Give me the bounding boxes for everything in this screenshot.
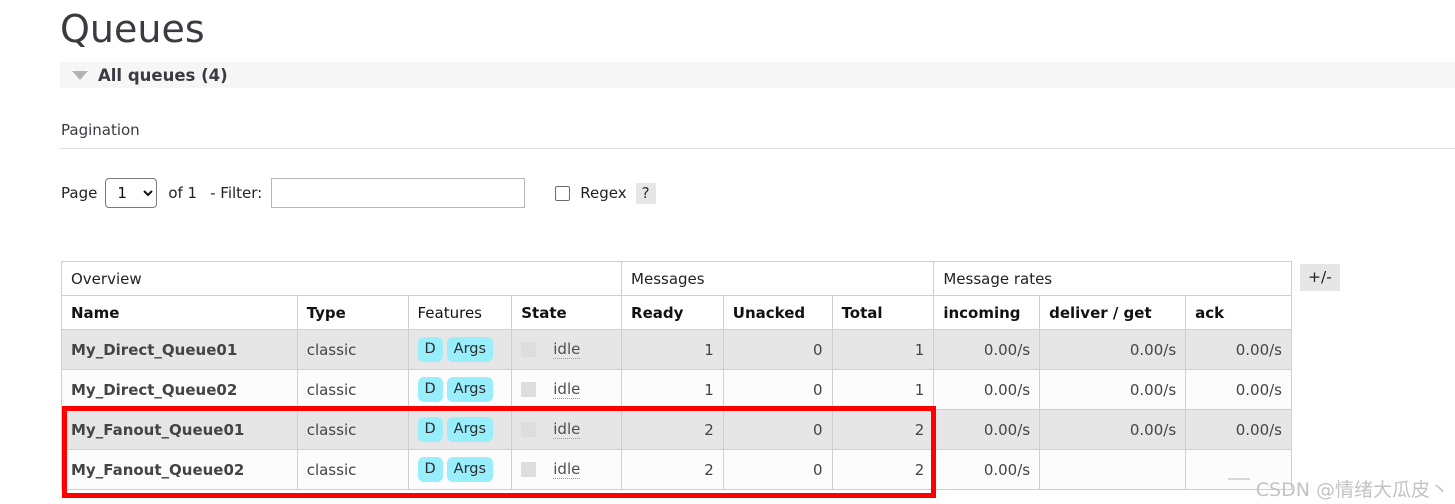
table-row[interactable]: My_Direct_Queue02 classic D Args idle 1 0… xyxy=(61,369,1292,410)
rate-deliver-get: 0.00/s xyxy=(1039,409,1187,450)
filter-input[interactable] xyxy=(271,178,526,208)
queue-features: D Args xyxy=(407,369,513,410)
state-label[interactable]: idle xyxy=(553,460,581,479)
queue-name-link[interactable]: My_Fanout_Queue01 xyxy=(61,409,298,450)
messages-total: 2 xyxy=(831,449,935,490)
messages-ready: 2 xyxy=(621,449,724,490)
watermark-rule xyxy=(1228,478,1250,480)
feature-badge-args[interactable]: Args xyxy=(446,457,494,482)
queue-state: idle xyxy=(511,329,623,370)
pagination-divider xyxy=(60,148,1455,149)
table-row[interactable]: My_Fanout_Queue01 classic D Args idle 2 0… xyxy=(61,409,1292,450)
rate-ack: 0.00/s xyxy=(1185,329,1292,370)
state-swatch-icon xyxy=(521,342,537,357)
column-header-deliver-get[interactable]: deliver / get xyxy=(1039,295,1187,330)
column-header-ack[interactable]: ack xyxy=(1185,295,1292,330)
feature-badge-durable[interactable]: D xyxy=(417,417,443,442)
queues-table: Overview Messages Message rates Name Typ… xyxy=(60,261,1292,490)
queue-features: D Args xyxy=(407,449,513,490)
column-header-ready[interactable]: Ready xyxy=(621,295,724,330)
filter-label: - Filter: xyxy=(210,184,263,202)
pagination-label: Pagination xyxy=(61,121,140,139)
queues-page: Queues All queues (4) Pagination Page 1 … xyxy=(0,0,1455,504)
regex-checkbox[interactable] xyxy=(555,185,571,201)
queue-state: idle xyxy=(511,449,623,490)
rate-ack: 0.00/s xyxy=(1185,409,1292,450)
queue-state: idle xyxy=(511,409,623,450)
feature-badge-durable[interactable]: D xyxy=(417,457,443,482)
watermark-text: CSDN @情绪大瓜皮丶 xyxy=(1255,479,1449,501)
all-queues-section-header[interactable]: All queues (4) xyxy=(60,62,1455,88)
regex-label: Regex xyxy=(580,184,627,202)
queue-type: classic xyxy=(296,329,409,370)
table-group-header-row: Overview Messages Message rates xyxy=(60,261,1292,296)
queue-state: idle xyxy=(511,369,623,410)
rate-incoming: 0.00/s xyxy=(933,449,1041,490)
table-row[interactable]: My_Fanout_Queue02 classic D Args idle 2 0… xyxy=(61,449,1292,490)
rate-incoming: 0.00/s xyxy=(933,369,1041,410)
messages-ready: 2 xyxy=(621,409,724,450)
triangle-down-icon[interactable] xyxy=(72,70,88,80)
state-swatch-icon xyxy=(521,462,537,477)
queue-name-link[interactable]: My_Fanout_Queue02 xyxy=(61,449,298,490)
column-header-incoming[interactable]: incoming xyxy=(933,295,1041,330)
column-header-name[interactable]: Name xyxy=(61,295,298,330)
group-header-messages: Messages xyxy=(621,261,935,296)
queues-table-body: My_Direct_Queue01 classic D Args idle 1 0… xyxy=(61,329,1292,490)
pagination-controls: Page 1 of 1 - Filter: Regex ? xyxy=(61,176,656,210)
column-header-state[interactable]: State xyxy=(511,295,623,330)
queue-features: D Args xyxy=(407,409,513,450)
state-swatch-icon xyxy=(521,382,537,397)
state-swatch-icon xyxy=(521,422,537,437)
column-header-type[interactable]: Type xyxy=(296,295,409,330)
state-label[interactable]: idle xyxy=(553,380,581,399)
state-label[interactable]: idle xyxy=(553,340,581,359)
messages-ready: 1 xyxy=(621,329,724,370)
messages-unacked: 0 xyxy=(722,329,833,370)
queue-type: classic xyxy=(296,449,409,490)
feature-badge-args[interactable]: Args xyxy=(446,337,494,362)
all-queues-label: All queues (4) xyxy=(98,65,228,85)
group-header-message-rates: Message rates xyxy=(933,261,1292,296)
queue-type: classic xyxy=(296,409,409,450)
feature-badge-args[interactable]: Args xyxy=(446,417,494,442)
rate-deliver-get: 0.00/s xyxy=(1039,369,1187,410)
column-header-features[interactable]: Features xyxy=(407,295,513,330)
page-label: Page xyxy=(61,184,98,202)
feature-badge-durable[interactable]: D xyxy=(417,377,443,402)
group-header-overview: Overview xyxy=(60,261,623,296)
queue-name-link[interactable]: My_Direct_Queue02 xyxy=(61,369,298,410)
rate-ack: 0.00/s xyxy=(1185,369,1292,410)
page-title: Queues xyxy=(60,7,205,51)
table-row[interactable]: My_Direct_Queue01 classic D Args idle 1 0… xyxy=(61,329,1292,370)
regex-help-icon[interactable]: ? xyxy=(635,182,656,204)
rate-deliver-get xyxy=(1039,449,1187,490)
feature-badge-args[interactable]: Args xyxy=(446,377,494,402)
messages-unacked: 0 xyxy=(722,449,833,490)
page-total-label: of 1 xyxy=(168,184,198,202)
queue-type: classic xyxy=(296,369,409,410)
queue-name-link[interactable]: My_Direct_Queue01 xyxy=(61,329,298,370)
rate-incoming: 0.00/s xyxy=(933,409,1041,450)
column-header-total[interactable]: Total xyxy=(831,295,935,330)
table-column-header-row: Name Type Features State Ready Unacked T… xyxy=(61,295,1292,330)
rate-deliver-get: 0.00/s xyxy=(1039,329,1187,370)
toggle-columns-button[interactable]: +/- xyxy=(1300,264,1340,291)
messages-total: 1 xyxy=(831,369,935,410)
column-header-unacked[interactable]: Unacked xyxy=(722,295,833,330)
page-select[interactable]: 1 xyxy=(105,178,158,208)
feature-badge-durable[interactable]: D xyxy=(417,337,443,362)
queue-features: D Args xyxy=(407,329,513,370)
messages-total: 1 xyxy=(831,329,935,370)
messages-unacked: 0 xyxy=(722,409,833,450)
state-label[interactable]: idle xyxy=(553,420,581,439)
messages-ready: 1 xyxy=(621,369,724,410)
messages-total: 2 xyxy=(831,409,935,450)
rate-incoming: 0.00/s xyxy=(933,329,1041,370)
messages-unacked: 0 xyxy=(722,369,833,410)
